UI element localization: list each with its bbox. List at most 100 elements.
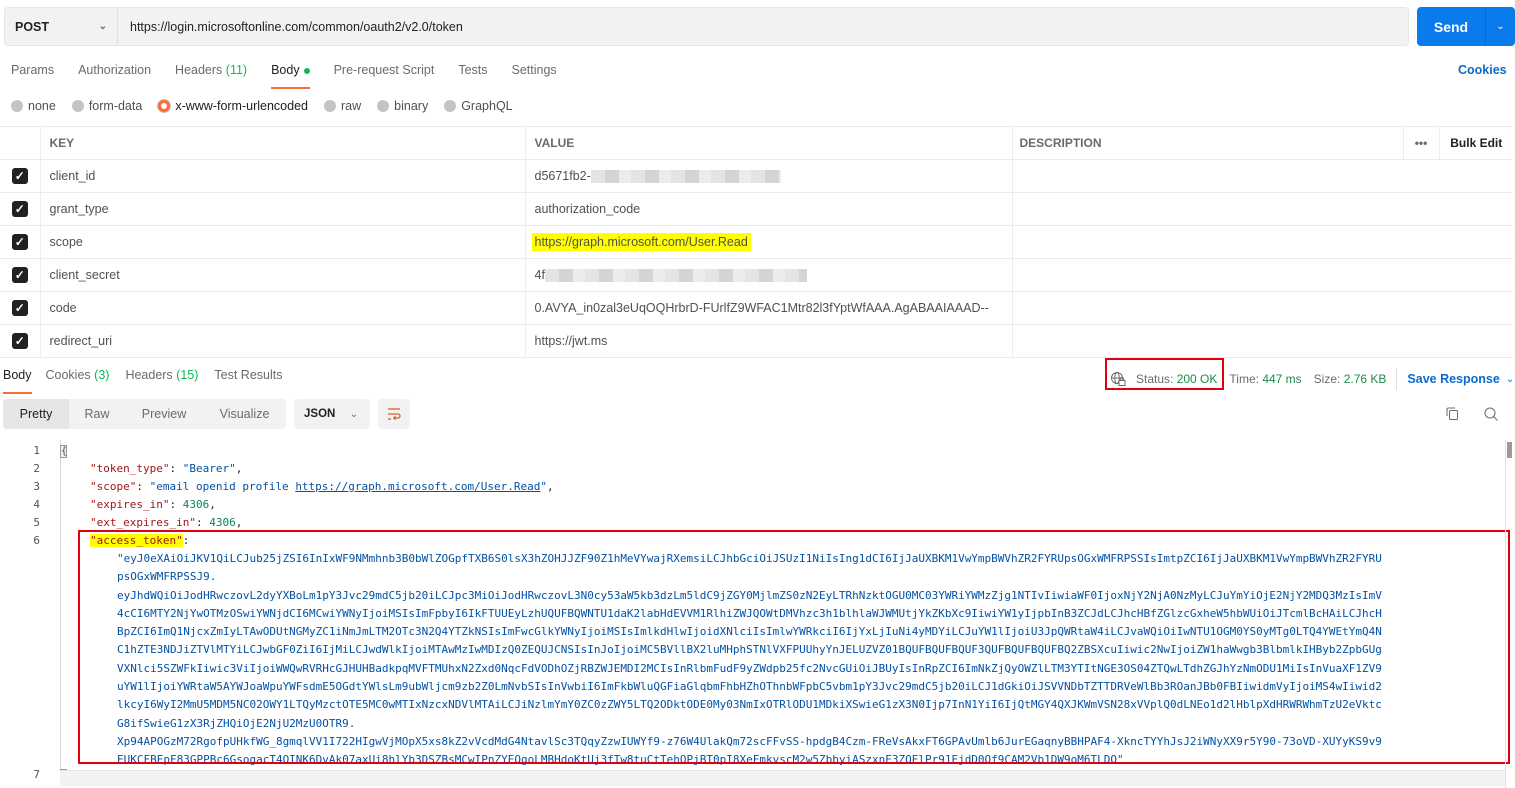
send-button[interactable]: Send — [1417, 7, 1486, 46]
chevron-down-icon[interactable]: ⌄ — [1506, 374, 1514, 385]
radio-x-www-form-urlencoded[interactable]: x-www-form-urlencoded — [158, 99, 308, 113]
tab-label: Headers — [175, 63, 223, 77]
tab-label: Body — [3, 368, 32, 382]
url-input[interactable]: https://login.microsoftonline.com/common… — [118, 20, 463, 34]
radio-form-data[interactable]: form-data — [71, 99, 142, 113]
time-value[interactable]: 447 ms — [1262, 372, 1301, 386]
radio-circle-icon — [158, 100, 171, 112]
value-cell[interactable]: 0.AVYA_in0zal3eUqOQHrbrD-FUrlfZ9WFAC1Mtr… — [525, 291, 1013, 325]
checkbox-column-header — [0, 126, 41, 160]
send-button-group: Send ⌄ — [1417, 7, 1515, 46]
description-cell[interactable] — [1012, 192, 1513, 226]
json-number: 4306 — [209, 516, 236, 529]
copy-icon[interactable] — [1444, 406, 1460, 422]
json-string: "email openid profile — [149, 480, 296, 493]
tab-label: Authorization — [78, 63, 152, 77]
value-cell[interactable]: d5671fb2- — [525, 159, 1013, 193]
view-pretty[interactable]: Pretty — [3, 399, 69, 429]
tab-body[interactable]: Body — [271, 63, 310, 89]
tab-headers[interactable]: Headers (11) — [175, 63, 247, 85]
line-number: 6 — [33, 534, 40, 547]
tab-pre-request-script[interactable]: Pre-request Script — [334, 63, 435, 85]
headers-count: (15) — [176, 368, 199, 382]
row-checkbox[interactable]: ✓ — [11, 201, 28, 217]
search-icon[interactable] — [1483, 406, 1499, 422]
tab-params[interactable]: Params — [11, 63, 54, 85]
cookies-link[interactable]: Cookies — [1458, 63, 1507, 77]
view-raw[interactable]: Raw — [69, 399, 125, 429]
row-checkbox[interactable]: ✓ — [11, 333, 28, 349]
value-cell[interactable]: authorization_code — [525, 192, 1013, 226]
status-annotation-box — [1105, 358, 1224, 390]
view-visualize[interactable]: Visualize — [203, 399, 286, 429]
radio-circle-icon — [71, 100, 84, 112]
json-number: 4306 — [182, 498, 210, 511]
method-select[interactable]: POST ⌄ — [5, 8, 118, 45]
radio-circle-icon — [377, 100, 390, 112]
row-checkbox[interactable]: ✓ — [11, 267, 28, 283]
key-cell[interactable]: scope — [40, 225, 526, 259]
more-options-icon[interactable]: ••• — [1402, 126, 1439, 160]
row-checkbox[interactable]: ✓ — [11, 168, 28, 184]
tab-test-results[interactable]: Test Results — [214, 368, 282, 390]
key-cell[interactable]: client_secret — [40, 258, 526, 292]
body-type-radios: none form-data x-www-form-urlencoded raw… — [11, 99, 529, 113]
tab-label: Params — [11, 63, 55, 77]
description-cell[interactable] — [1012, 159, 1513, 193]
highlighted-value: https://graph.microsoft.com/User.Read — [531, 233, 751, 251]
key-cell[interactable]: grant_type — [40, 192, 526, 226]
code-line-expires-in: "expires_in": 4306, — [90, 498, 216, 511]
vertical-scrollbar[interactable] — [1505, 440, 1513, 788]
radio-none[interactable]: none — [11, 99, 56, 113]
row-checkbox[interactable]: ✓ — [11, 300, 28, 316]
json-key: "ext_expires_in" — [90, 516, 196, 529]
scope-link[interactable]: https://graph.microsoft.com/User.Read — [295, 480, 540, 493]
column-header-key: KEY — [40, 126, 526, 160]
json-key: "token_type" — [90, 462, 170, 475]
bulk-edit-button[interactable]: Bulk Edit — [1438, 126, 1513, 160]
view-preview[interactable]: Preview — [125, 399, 203, 429]
tab-response-cookies[interactable]: Cookies (3) — [46, 368, 110, 390]
send-options-chevron-icon[interactable]: ⌄ — [1486, 7, 1515, 46]
table-row: ✓ code 0.AVYA_in0zal3eUqOQHrbrD-FUrlfZ9W… — [0, 291, 1513, 325]
view-mode-segmented-control: Pretty Raw Preview Visualize — [3, 399, 286, 429]
key-cell[interactable]: code — [40, 291, 526, 325]
radio-binary[interactable]: binary — [377, 99, 428, 113]
tab-tests[interactable]: Tests — [458, 63, 487, 85]
radio-label: GraphQL — [461, 99, 513, 113]
value-cell[interactable]: 4f — [525, 258, 1013, 292]
method-label: POST — [15, 19, 50, 34]
wrap-lines-button[interactable] — [378, 399, 410, 429]
scrollbar-thumb[interactable] — [1507, 442, 1512, 458]
column-header-description: DESCRIPTION — [1012, 126, 1403, 160]
code-line-ext-expires-in: "ext_expires_in": 4306, — [90, 516, 243, 529]
tab-response-body[interactable]: Body — [3, 368, 32, 394]
value-cell[interactable]: https://graph.microsoft.com/User.Read — [525, 225, 1013, 259]
key-cell[interactable]: client_id — [40, 159, 526, 193]
save-response-button[interactable]: Save Response — [1407, 372, 1499, 386]
line-number: 1 — [33, 444, 40, 457]
description-cell[interactable] — [1012, 291, 1513, 325]
radio-label: binary — [394, 99, 429, 113]
description-cell[interactable] — [1012, 324, 1513, 358]
radio-raw[interactable]: raw — [324, 99, 361, 113]
horizontal-scrollbar[interactable] — [60, 770, 1505, 786]
description-cell[interactable] — [1012, 225, 1513, 259]
tab-settings[interactable]: Settings — [512, 63, 557, 85]
radio-circle-icon — [324, 100, 336, 112]
line-number: 5 — [33, 516, 40, 529]
radio-graphql[interactable]: GraphQL — [444, 99, 513, 113]
row-checkbox[interactable]: ✓ — [11, 234, 28, 250]
tab-authorization[interactable]: Authorization — [78, 63, 151, 85]
access-token-annotation-box — [78, 530, 1510, 764]
tab-label: Pre-request Script — [333, 63, 435, 77]
fold-open-brace-icon[interactable]: { — [60, 445, 67, 458]
table-header-row: KEY VALUE DESCRIPTION ••• Bulk Edit — [0, 126, 1513, 160]
description-cell[interactable] — [1012, 258, 1513, 292]
value-cell[interactable]: https://jwt.ms — [525, 324, 1013, 358]
size-value[interactable]: 2.76 KB — [1344, 372, 1387, 386]
tab-response-headers[interactable]: Headers (15) — [125, 368, 198, 390]
key-cell[interactable]: redirect_uri — [40, 324, 526, 358]
format-select[interactable]: JSON ⌄ — [294, 399, 370, 429]
json-string: " — [540, 480, 547, 493]
